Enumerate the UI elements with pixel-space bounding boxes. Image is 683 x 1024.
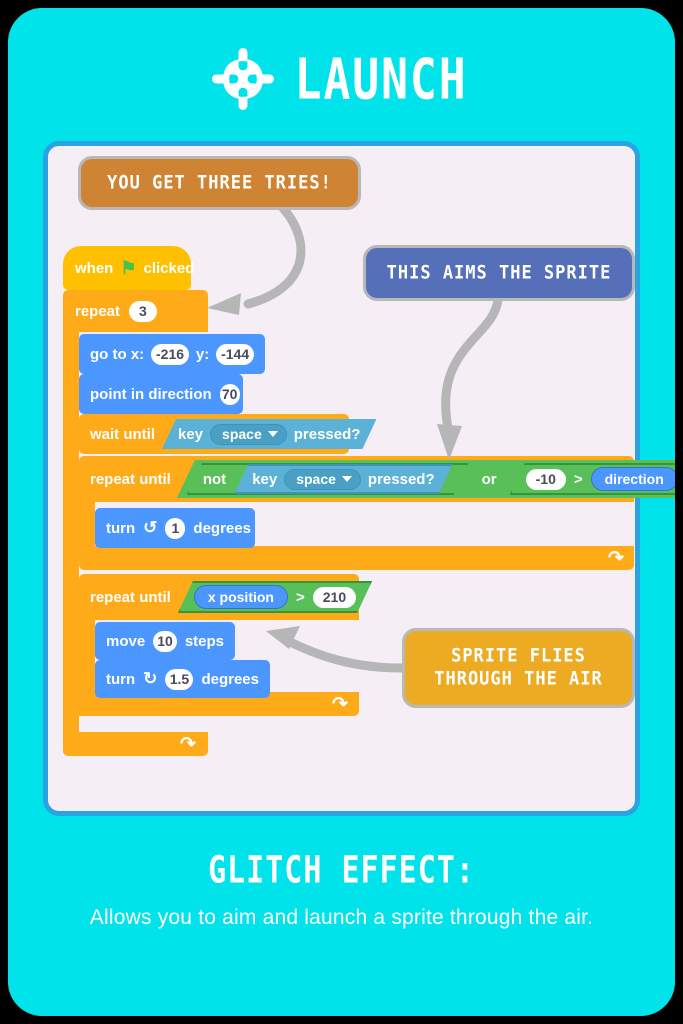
callout-sprite-flies-through-air: SPRITE FLIES THROUGH THE AIR — [402, 628, 635, 708]
glitch-effect-description: Allows you to aim and launch a sprite th… — [89, 906, 594, 929]
launch-card: LAUNCH when ⚑ clicked repeat 3 ↷ go to x… — [8, 8, 675, 1016]
callout-you-get-three-tries: YOU GET THREE TRIES! — [78, 156, 361, 210]
glitch-effect-label: GLITCH EFFECT: — [208, 848, 475, 893]
callout-aims-text: THIS AIMS THE SPRITE — [386, 261, 612, 284]
callout-tries-text: YOU GET THREE TRIES! — [107, 171, 332, 194]
callout-flies-line1: SPRITE FLIES — [451, 644, 586, 668]
card-footer: GLITCH EFFECT: Allows you to aim and lau… — [8, 848, 675, 930]
callout-flies-line2: THROUGH THE AIR — [434, 667, 603, 691]
callout-this-aims-the-sprite: THIS AIMS THE SPRITE — [363, 245, 635, 301]
